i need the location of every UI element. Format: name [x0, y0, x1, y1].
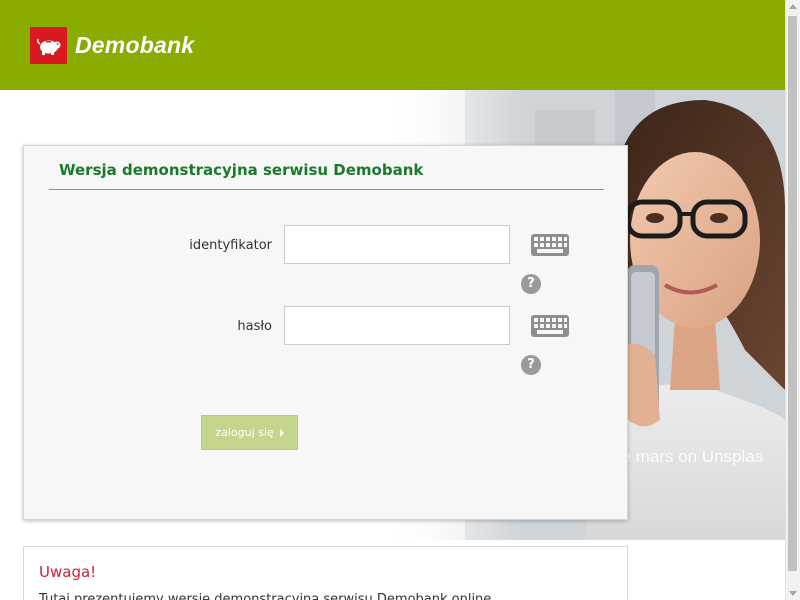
chevron-right-icon [279, 428, 284, 437]
login-panel: Wersja demonstracyjna serwisu Demobank i… [23, 145, 628, 520]
help-icon[interactable]: ? [521, 355, 541, 375]
title-divider [49, 189, 604, 190]
scroll-thumb[interactable] [788, 16, 797, 571]
login-id-input[interactable] [284, 225, 510, 264]
password-input[interactable] [284, 306, 510, 345]
logo[interactable]: Demobank [30, 27, 194, 64]
login-title: Wersja demonstracyjna serwisu Demobank [59, 161, 424, 179]
photo-credit: ce mars on Unsplas [613, 447, 764, 466]
brand-name: Demobank [75, 32, 195, 58]
warning-text: Tutaj prezentujemy wersję demonstracyjną… [39, 592, 496, 600]
login-id-label: identyfikator [189, 238, 272, 253]
keyboard-icon[interactable] [531, 315, 569, 337]
keyboard-icon[interactable] [531, 234, 569, 256]
password-label: hasło [237, 319, 272, 334]
warning-title: Uwaga! [39, 563, 97, 581]
login-button[interactable]: zaloguj się [201, 415, 298, 450]
help-icon[interactable]: ? [521, 274, 541, 294]
scroll-up-icon[interactable] [789, 4, 797, 9]
scroll-down-icon[interactable] [789, 591, 797, 596]
piggy-bank-icon [30, 27, 67, 64]
page: Demobank ce mars on Unsplas Wersja demon… [0, 0, 800, 600]
header-bar: Demobank [0, 0, 785, 90]
vertical-scrollbar[interactable] [785, 0, 800, 600]
warning-panel: Uwaga! Tutaj prezentujemy wersję demonst… [23, 546, 628, 600]
login-button-label: zaloguj się [215, 426, 274, 439]
